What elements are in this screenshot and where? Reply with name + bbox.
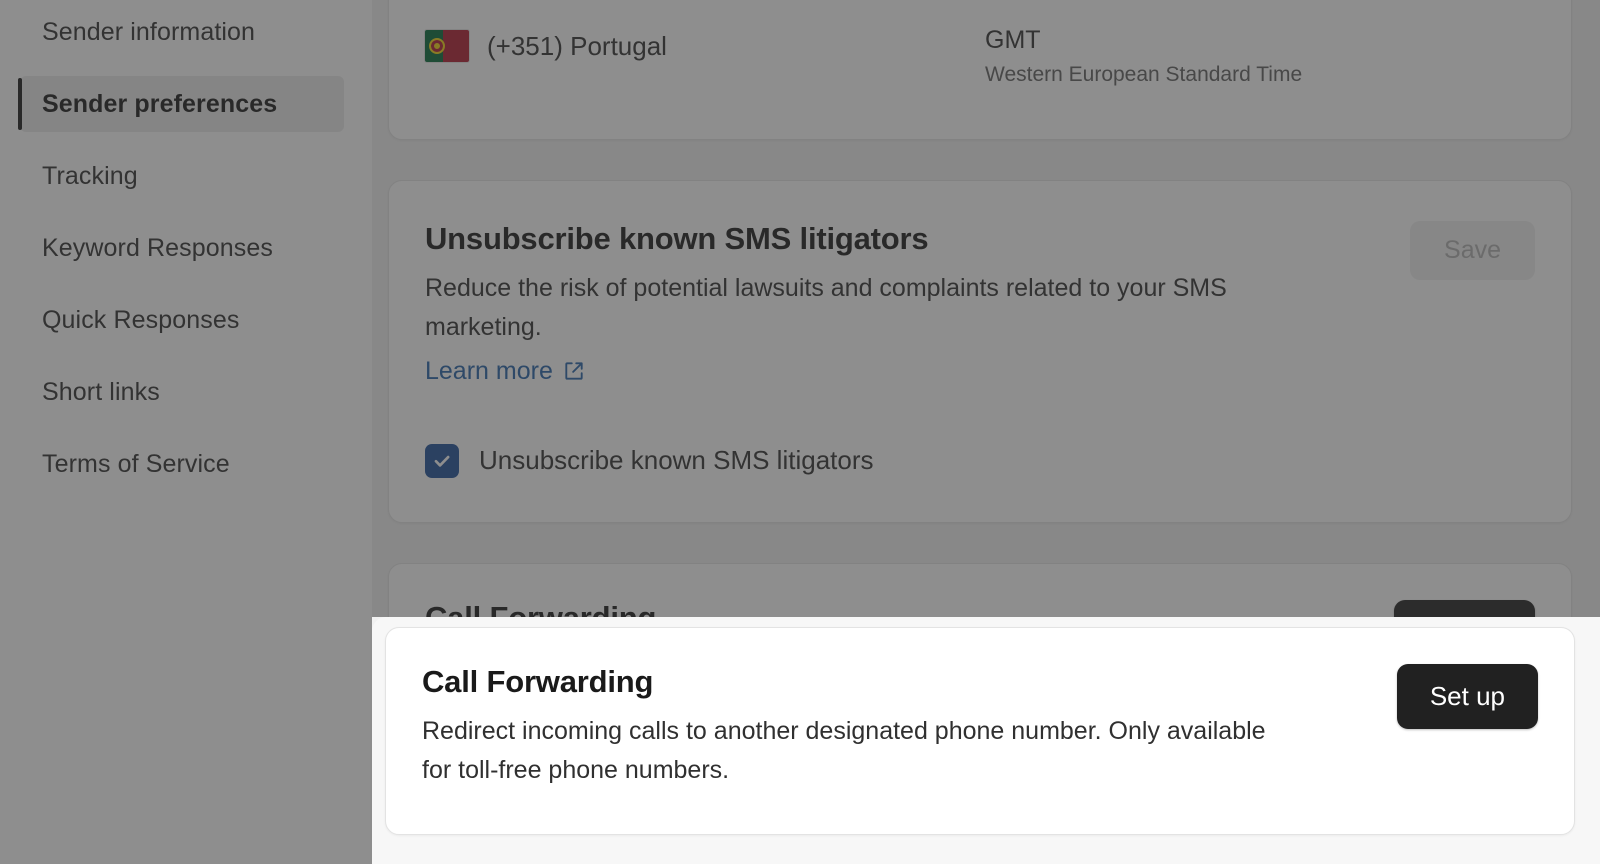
sidebar-item-label: Short links xyxy=(42,377,160,406)
unsubscribe-litigators-card: Unsubscribe known SMS litigators Reduce … xyxy=(388,180,1572,523)
learn-more-label: Learn more xyxy=(425,356,553,385)
sidebar-item-sender-information[interactable]: Sender information xyxy=(20,4,344,60)
sidebar-item-short-links[interactable]: Short links xyxy=(20,364,344,420)
call-forwarding-spotlight: Call Forwarding Redirect incoming calls … xyxy=(372,617,1600,864)
checkbox-checked-icon[interactable] xyxy=(425,443,459,478)
sidebar-item-tracking[interactable]: Tracking xyxy=(20,148,344,204)
card-description: Redirect incoming calls to another desig… xyxy=(422,717,1266,784)
country-name: (+351) Portugal xyxy=(487,30,667,61)
country-timezone-card: (+39) Italy GMT+1 Central European Stand… xyxy=(388,0,1572,140)
active-indicator-bar xyxy=(18,78,22,130)
card-title: Unsubscribe known SMS litigators xyxy=(425,221,929,256)
country-cell: (+351) Portugal xyxy=(425,24,985,62)
sidebar-item-label: Keyword Responses xyxy=(42,233,273,262)
settings-sidebar: Sender information Sender preferences Tr… xyxy=(0,0,372,864)
checkbox-label: Unsubscribe known SMS litigators xyxy=(479,445,874,475)
sidebar-item-keyword-responses[interactable]: Keyword Responses xyxy=(20,220,344,276)
sidebar-item-label: Sender preferences xyxy=(42,89,278,118)
card-description: Reduce the risk of potential lawsuits an… xyxy=(425,274,1227,341)
external-link-icon xyxy=(563,360,585,382)
save-button[interactable]: Save xyxy=(1410,221,1535,280)
timezone-name: Western European Standard Time xyxy=(985,63,1303,86)
set-up-button[interactable]: Set up xyxy=(1396,664,1538,729)
timezone-offset: GMT xyxy=(985,26,1041,54)
timezone-cell: GMT Western European Standard Time xyxy=(985,24,1302,87)
unsubscribe-litigators-checkbox-row[interactable]: Unsubscribe known SMS litigators xyxy=(425,443,1535,478)
card-title: Call Forwarding xyxy=(422,664,654,699)
sidebar-item-label: Tracking xyxy=(42,161,138,190)
flag-portugal-icon xyxy=(425,30,469,62)
sidebar-item-label: Sender information xyxy=(42,17,256,46)
sidebar-item-terms-of-service[interactable]: Terms of Service xyxy=(20,436,344,492)
sidebar-item-sender-preferences[interactable]: Sender preferences xyxy=(18,76,344,132)
table-row: (+351) Portugal GMT Western European Sta… xyxy=(425,6,1535,105)
sidebar-item-label: Quick Responses xyxy=(42,305,240,334)
learn-more-link[interactable]: Learn more xyxy=(425,357,585,386)
sidebar-item-quick-responses[interactable]: Quick Responses xyxy=(20,292,344,348)
call-forwarding-card[interactable]: Call Forwarding Redirect incoming calls … xyxy=(385,627,1575,835)
sidebar-item-label: Terms of Service xyxy=(42,449,230,478)
